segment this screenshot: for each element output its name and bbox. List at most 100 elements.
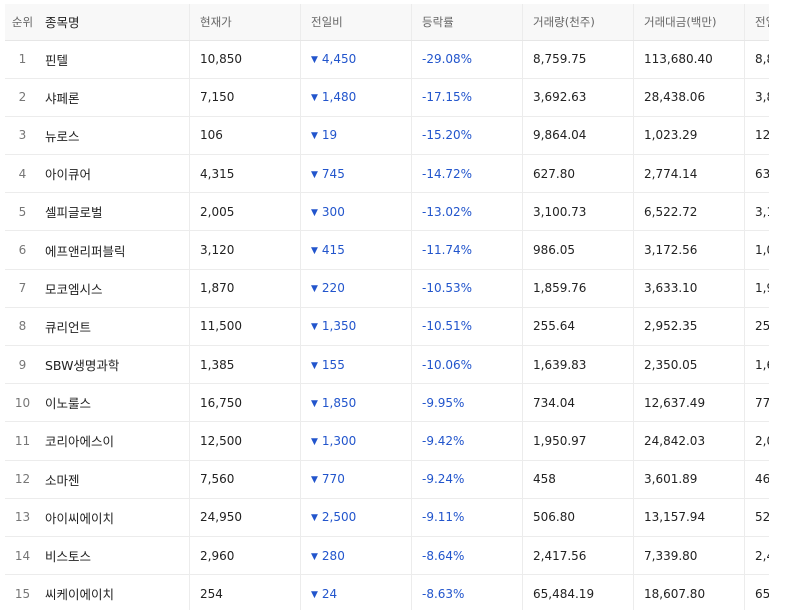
stock-name-link[interactable]: 아이씨에이치: [45, 511, 114, 526]
stock-name-cell[interactable]: 셀피글로벌: [40, 192, 190, 232]
header-volume[interactable]: 거래량(천주): [522, 4, 634, 41]
change-cell: ▼ 770: [300, 460, 412, 499]
stock-name-cell[interactable]: 아이큐어: [40, 154, 190, 194]
header-amount[interactable]: 거래대금(백만): [633, 4, 745, 41]
stock-name-link[interactable]: 셀피글로벌: [45, 205, 103, 220]
down-arrow-icon: ▼: [311, 551, 318, 562]
header-rank[interactable]: 순위: [5, 4, 40, 41]
price-cell: 7,150: [189, 78, 301, 117]
table-row[interactable]: 13 아이씨에이치 24,950 ▼ 2,500 -9.11% 506.80 13,157.9…: [5, 498, 769, 537]
stock-name-cell[interactable]: 코리아에스이: [40, 421, 190, 461]
stock-name-cell[interactable]: 에프앤리퍼블릭: [40, 230, 190, 270]
prev-volume-cell: 65,696,506: [744, 574, 769, 610]
rank-cell: 2: [5, 78, 40, 117]
header-name[interactable]: 종목명: [40, 4, 190, 41]
change-value: 1,480: [321, 90, 357, 105]
header-change[interactable]: 전일비: [300, 4, 412, 41]
stock-name-link[interactable]: 핀텔: [45, 53, 68, 68]
stock-name-link[interactable]: 샤페론: [45, 91, 80, 106]
stock-name-cell[interactable]: 비스토스: [40, 536, 190, 576]
stock-name-link[interactable]: 이노룰스: [45, 396, 91, 411]
rank-cell: 6: [5, 230, 40, 270]
table-row[interactable]: 7 모코엠시스 1,870 ▼ 220 -10.53% 1,859.76 3,633.10 1,…: [5, 269, 769, 308]
stock-ranking-table: 순위 종목명 현재가 전일비 등락률 거래량(천주) 거래대금(백만) 전일거래…: [5, 4, 769, 610]
prev-volume-cell: 3,829,182: [744, 78, 769, 117]
stock-name-link[interactable]: 씨케이에이치: [45, 587, 114, 602]
prev-volume-cell: 8,865,928: [744, 40, 769, 79]
rank-cell: 3: [5, 116, 40, 156]
stock-name-cell[interactable]: 아이씨에이치: [40, 498, 190, 537]
amount-cell: 6,522.72: [633, 192, 745, 232]
down-arrow-icon: ▼: [311, 322, 318, 333]
amount-cell: 3,601.89: [633, 460, 745, 499]
rank-cell: 1: [5, 40, 40, 79]
rank-cell: 13: [5, 498, 40, 537]
rank-cell: 10: [5, 383, 40, 423]
stock-name-link[interactable]: 뉴로스: [45, 129, 80, 144]
change-value: 2,500: [321, 510, 357, 525]
stock-name-cell[interactable]: 소마젠: [40, 460, 190, 499]
table-header: 순위 종목명 현재가 전일비 등락률 거래량(천주) 거래대금(백만) 전일거래…: [5, 4, 769, 41]
price-cell: 2,005: [189, 192, 301, 232]
table-row[interactable]: 11 코리아에스이 12,500 ▼ 1,300 -9.42% 1,950.97 24,842…: [5, 421, 769, 461]
table-row[interactable]: 2 샤페론 7,150 ▼ 1,480 -17.15% 3,692.63 28,438.06 3…: [5, 78, 769, 117]
change-cell: ▼ 24: [300, 574, 412, 610]
stock-name-cell[interactable]: 씨케이에이치: [40, 574, 190, 610]
stock-ranking-table-container: 순위 종목명 현재가 전일비 등락률 거래량(천주) 거래대금(백만) 전일거래…: [5, 4, 769, 610]
price-cell: 24,950: [189, 498, 301, 537]
down-arrow-icon: ▼: [311, 207, 318, 218]
stock-name-cell[interactable]: SBW생명과학: [40, 345, 190, 385]
stock-name-cell[interactable]: 뉴로스: [40, 116, 190, 156]
table-row[interactable]: 4아이큐어4,315▼745-14.72%627.802,774.14633,7…: [5, 154, 769, 194]
stock-name-cell[interactable]: 이노룰스: [40, 383, 190, 423]
table-row[interactable]: 3뉴로스106▼19-15.20%9,864.041,023.2912,036,…: [5, 116, 769, 156]
amount-cell: 24,842.03: [633, 421, 745, 461]
table-row[interactable]: 10 이노룰스 16,750 ▼ 1,850 -9.95% 734.04 12,637.49 7…: [5, 383, 769, 423]
down-arrow-icon: ▼: [311, 246, 318, 257]
volume-cell: 506.80: [522, 498, 634, 537]
stock-name-cell[interactable]: 샤페론: [40, 78, 190, 117]
down-arrow-icon: ▼: [311, 513, 318, 524]
header-price[interactable]: 현재가: [189, 4, 301, 41]
change-value: 220: [321, 281, 345, 296]
stock-name-cell[interactable]: 큐리언트: [40, 307, 190, 347]
prev-volume-cell: 469,586: [744, 460, 769, 499]
rate-cell: -14.72%: [411, 154, 523, 194]
stock-name-link[interactable]: SBW생명과학: [45, 358, 119, 373]
price-cell: 11,500: [189, 307, 301, 347]
stock-name-link[interactable]: 에프앤리퍼블릭: [45, 244, 126, 259]
down-arrow-icon: ▼: [311, 436, 318, 447]
table-row[interactable]: 15 씨케이에이치 254 ▼ 24 -8.63% 65,484.19 18,607.80 65…: [5, 574, 769, 610]
table-row[interactable]: 8 큐리언트 11,500 ▼ 1,350 -10.51% 255.64 2,952.35 25…: [5, 307, 769, 347]
amount-cell: 2,952.35: [633, 307, 745, 347]
table-row[interactable]: 1 핀텔 10,850 ▼ 4,450 -29.08% 8,759.75 113,680.40…: [5, 40, 769, 79]
table-row[interactable]: 6 에프앤리퍼블릭 3,120 ▼ 415 -11.74% 986.05 3,172.56 1,…: [5, 230, 769, 270]
price-cell: 3,120: [189, 230, 301, 270]
table-row[interactable]: 9 SBW생명과학 1,385 ▼ 155 -10.06% 1,639.83 2,350.05…: [5, 345, 769, 385]
change-cell: ▼ 155: [300, 345, 412, 385]
table-row[interactable]: 5 셀피글로벌 2,005 ▼ 300 -13.02% 3,100.73 6,522.72 3,…: [5, 192, 769, 232]
amount-cell: 13,157.94: [633, 498, 745, 537]
stock-name-link[interactable]: 아이큐어: [45, 167, 91, 182]
stock-name-link[interactable]: 큐리언트: [45, 320, 91, 335]
stock-name-link[interactable]: 코리아에스이: [45, 434, 114, 449]
change-cell: ▼ 415: [300, 230, 412, 270]
table-row[interactable]: 14비스토스2,960▼280-8.64%2,417.567,339.802,4…: [5, 536, 769, 576]
stock-name-link[interactable]: 모코엠시스: [45, 282, 103, 297]
header-prev-volume[interactable]: 전일거래량(천주): [744, 4, 769, 41]
table-row[interactable]: 12소마젠7,560▼770-9.24%4583,601.89469,586: [5, 460, 769, 499]
change-cell: ▼ 220: [300, 269, 412, 308]
change-cell: ▼ 280: [300, 536, 412, 576]
rate-cell: -9.95%: [411, 383, 523, 423]
volume-cell: 1,950.97: [522, 421, 634, 461]
stock-name-cell[interactable]: 핀텔: [40, 40, 190, 79]
amount-cell: 18,607.80: [633, 574, 745, 610]
header-rate[interactable]: 등락률: [411, 4, 523, 41]
stock-name-link[interactable]: 소마젠: [45, 473, 80, 488]
stock-name-cell[interactable]: 모코엠시스: [40, 269, 190, 308]
price-cell: 254: [189, 574, 301, 610]
price-cell: 4,315: [189, 154, 301, 194]
stock-name-link[interactable]: 비스토스: [45, 549, 91, 564]
change-cell: ▼ 1,850: [300, 383, 412, 423]
prev-volume-cell: 1,646,625: [744, 345, 769, 385]
